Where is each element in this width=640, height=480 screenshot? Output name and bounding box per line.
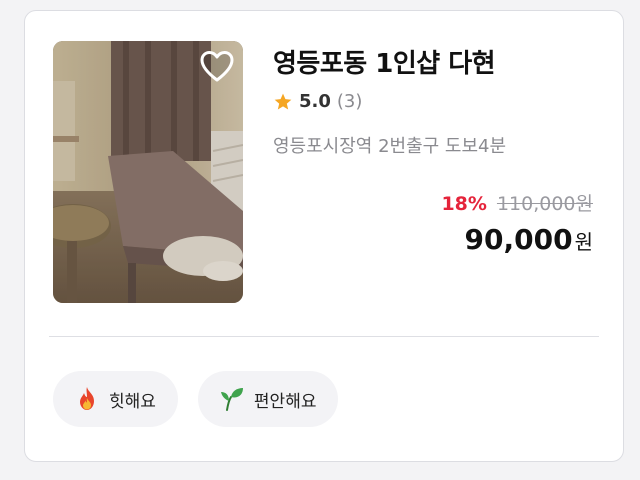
discount-rate: 18% xyxy=(441,193,487,215)
price-row: 18% 110,000원 xyxy=(441,189,593,216)
review-tags: 힛해요 편안해요 xyxy=(53,371,339,427)
rating: 5.0 (3) xyxy=(273,91,362,112)
review-count: (3) xyxy=(336,91,363,112)
rating-score: 5.0 xyxy=(299,91,331,112)
tag-hot[interactable]: 힛해요 xyxy=(53,371,178,427)
currency-unit: 원 xyxy=(574,230,593,254)
star-icon xyxy=(274,93,292,109)
tag-label: 편안해요 xyxy=(253,391,317,412)
heart-icon[interactable] xyxy=(199,49,235,85)
leaf-icon xyxy=(220,388,243,411)
tag-label: 힛해요 xyxy=(109,391,156,412)
divider xyxy=(49,336,599,337)
fire-icon xyxy=(80,387,94,410)
shop-photo[interactable] xyxy=(53,41,243,303)
tag-comfortable[interactable]: 편안해요 xyxy=(197,371,339,427)
shop-title[interactable]: 영등포동 1인샵 다현 xyxy=(273,43,496,80)
shop-card[interactable]: 영등포동 1인샵 다현 5.0 (3) 영등포시장역 2번출구 도보4분 18%… xyxy=(24,10,624,462)
final-price-row: 90,000 원 xyxy=(465,223,593,256)
location-text: 영등포시장역 2번출구 도보4분 xyxy=(273,136,507,157)
final-price: 90,000 xyxy=(464,223,573,256)
original-price: 110,000원 xyxy=(496,193,593,215)
